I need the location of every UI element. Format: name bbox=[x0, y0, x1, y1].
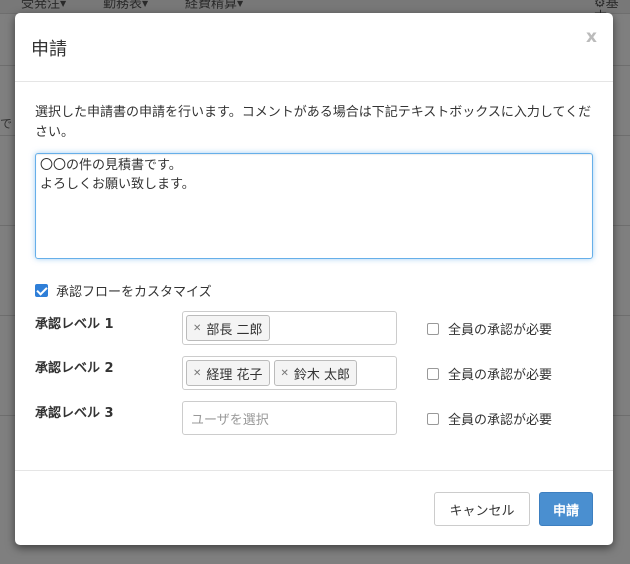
approval-level-1-select[interactable]: ✕ 部長 二郎 bbox=[182, 311, 397, 345]
close-icon[interactable]: x bbox=[586, 27, 597, 47]
approval-level-2-label: 承認レベル 2 bbox=[35, 361, 114, 376]
approver-tag: ✕ 鈴木 太郎 bbox=[273, 360, 358, 386]
approval-level-2-select[interactable]: ✕ 経理 花子 ✕ 鈴木 太郎 bbox=[182, 356, 397, 390]
approval-level-3-label: 承認レベル 3 bbox=[35, 406, 114, 421]
modal-footer: キャンセル 申請 bbox=[15, 470, 613, 545]
modal-header: 申請 x bbox=[15, 13, 613, 82]
modal-title: 申請 bbox=[31, 39, 67, 60]
all-approve-checkbox-1[interactable] bbox=[427, 322, 439, 335]
approver-name: 部長 二郎 bbox=[206, 322, 263, 338]
all-approve-row-3[interactable]: 全員の承認が必要 bbox=[427, 409, 552, 428]
approver-name: 鈴木 太郎 bbox=[293, 367, 351, 383]
approver-name: 経理 花子 bbox=[206, 367, 263, 383]
remove-icon[interactable]: ✕ bbox=[281, 368, 289, 379]
customize-flow-row[interactable]: 承認フローをカスタマイズ bbox=[35, 281, 212, 300]
all-approve-checkbox-2[interactable] bbox=[427, 367, 439, 380]
all-approve-checkbox-3[interactable] bbox=[427, 412, 439, 425]
all-approve-row-2[interactable]: 全員の承認が必要 bbox=[427, 364, 552, 383]
remove-icon[interactable]: ✕ bbox=[193, 368, 201, 379]
approval-level-3-select[interactable]: ユーザを選択 bbox=[182, 401, 397, 435]
user-select-placeholder: ユーザを選択 bbox=[191, 412, 269, 428]
customize-flow-label: 承認フローをカスタマイズ bbox=[56, 285, 212, 300]
apply-button[interactable]: 申請 bbox=[539, 492, 593, 526]
comment-textarea[interactable]: 〇〇の件の見積書です。 よろしくお願い致します。 bbox=[35, 153, 593, 259]
approval-level-1-label: 承認レベル 1 bbox=[35, 317, 114, 332]
apply-modal: 申請 x 選択した申請書の申請を行います。コメントがある場合は下記テキストボック… bbox=[15, 13, 613, 545]
all-approve-label: 全員の承認が必要 bbox=[448, 368, 553, 383]
remove-icon[interactable]: ✕ bbox=[193, 323, 201, 334]
all-approve-label: 全員の承認が必要 bbox=[448, 323, 553, 338]
all-approve-label: 全員の承認が必要 bbox=[448, 413, 553, 428]
customize-flow-checkbox[interactable] bbox=[35, 284, 48, 297]
all-approve-row-1[interactable]: 全員の承認が必要 bbox=[427, 319, 552, 338]
approver-tag: ✕ 経理 花子 bbox=[186, 360, 270, 386]
modal-description: 選択した申請書の申請を行います。コメントがある場合は下記テキストボックスに入力し… bbox=[35, 105, 592, 140]
cancel-button[interactable]: キャンセル bbox=[434, 492, 530, 526]
approver-tag: ✕ 部長 二郎 bbox=[186, 315, 270, 341]
